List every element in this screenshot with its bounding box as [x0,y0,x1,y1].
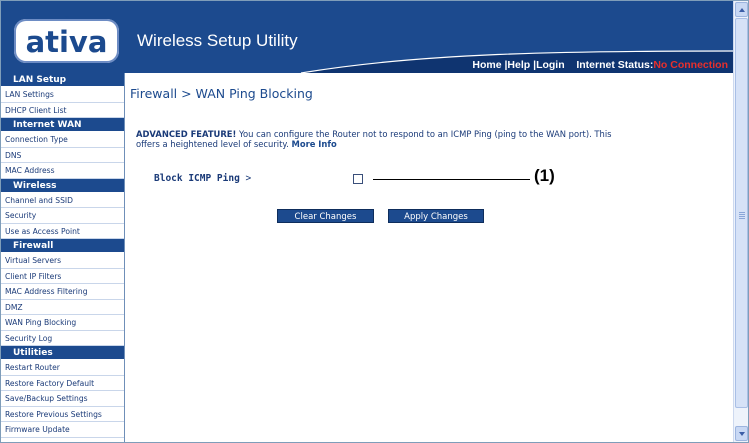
sidebar-item-dhcp-client-list[interactable]: DHCP Client List [1,103,124,118]
sidebar-section-utilities: Utilities [1,346,124,360]
vertical-scrollbar[interactable] [733,1,748,442]
apply-changes-button[interactable]: Apply Changes [388,209,484,223]
block-icmp-ping-checkbox[interactable] [353,174,363,184]
sidebar-section-wireless: Wireless [1,178,124,193]
sidebar-item-dns[interactable]: DNS [1,148,124,163]
help-link[interactable]: Help [507,59,530,71]
advanced-feature-label: ADVANCED FEATURE! [136,129,237,139]
sidebar-item-client-ip-filters[interactable]: Client IP Filters [1,269,124,284]
block-icmp-ping-label: Block ICMP Ping > [154,173,251,184]
sidebar-nav: LAN Setup LAN Settings DHCP Client List … [1,73,125,442]
field-label-text: Block ICMP Ping [154,173,240,184]
scrollbar-thumb[interactable] [735,18,748,408]
field-label-suffix: > [239,173,252,184]
sidebar-item-save-backup[interactable]: Save/Backup Settings [1,391,124,407]
sidebar-item-channel-ssid[interactable]: Channel and SSID [1,193,124,208]
logo-trademark: ™ [62,15,71,25]
feature-description: ADVANCED FEATURE! You can configure the … [136,129,626,149]
app-header: ativa ™ Wireless Setup Utility Home |Help… [1,1,734,73]
home-link[interactable]: Home [472,59,501,71]
sidebar-section-internet-wan: Internet WAN [1,118,124,132]
sidebar-item-access-point[interactable]: Use as Access Point [1,224,124,239]
callout-line [373,179,530,180]
grip-icon [739,212,745,213]
chevron-down-icon[interactable] [735,426,748,441]
sidebar-item-lan-settings[interactable]: LAN Settings [1,87,124,103]
sidebar-section-firewall: Firewall [1,239,124,253]
clear-changes-button[interactable]: Clear Changes [277,209,374,223]
top-navigation: Home |Help |Login Internet Status:No Con… [472,59,728,71]
page-title: Firewall > WAN Ping Blocking [130,86,313,101]
logo-text: ativa [25,25,108,59]
sidebar-item-mac-filtering[interactable]: MAC Address Filtering [1,284,124,300]
sidebar-item-restore-previous[interactable]: Restore Previous Settings [1,407,124,422]
sidebar-item-virtual-servers[interactable]: Virtual Servers [1,253,124,269]
ativa-logo: ativa ™ [14,15,119,63]
sidebar-item-dmz[interactable]: DMZ [1,300,124,315]
more-info-link[interactable]: More Info [291,139,336,149]
sidebar-item-security[interactable]: Security [1,208,124,224]
internet-status-value: No Connection [653,59,728,71]
callout-number: (1) [534,166,555,185]
sidebar-section-lan-setup: LAN Setup [1,73,124,87]
sidebar-item-restart-router[interactable]: Restart Router [1,360,124,376]
internet-status-label: Internet Status: [576,59,654,71]
sidebar-item-wan-ping-blocking[interactable]: WAN Ping Blocking [1,315,124,331]
login-link[interactable]: Login [536,59,565,71]
chevron-up-icon[interactable] [735,2,748,17]
sidebar-item-firmware-update[interactable]: Firmware Update [1,422,124,438]
browser-frame: ativa ™ Wireless Setup Utility Home |Help… [0,0,749,443]
app-title: Wireless Setup Utility [137,31,298,50]
main-content: Firewall > WAN Ping Blocking ADVANCED FE… [126,73,734,442]
sidebar-item-restore-factory[interactable]: Restore Factory Default [1,376,124,391]
sidebar-item-security-log[interactable]: Security Log [1,331,124,346]
sidebar-item-connection-type[interactable]: Connection Type [1,132,124,148]
sidebar-item-mac-address[interactable]: MAC Address [1,163,124,179]
